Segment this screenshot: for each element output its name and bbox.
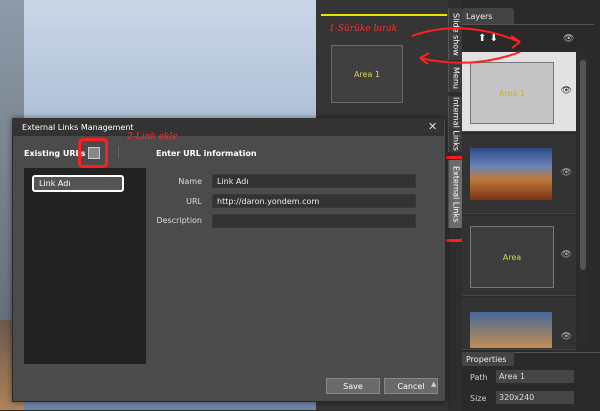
eye-icon[interactable]: 👁 xyxy=(561,86,572,96)
tab-menu-label: Menu xyxy=(451,67,461,89)
layer-thumbnail: Area xyxy=(470,226,554,288)
description-field[interactable] xyxy=(212,214,416,228)
toolbar-separator xyxy=(118,146,119,158)
name-field[interactable]: Link Adı xyxy=(212,174,416,188)
list-item[interactable]: Link Adı xyxy=(32,175,124,192)
cancel-button[interactable]: Cancel xyxy=(384,378,438,394)
selection-line xyxy=(321,14,447,16)
tab-slide-show-label: Slide show xyxy=(451,12,461,56)
layers-title: Layers xyxy=(466,11,493,21)
layers-scroll-thumb[interactable] xyxy=(580,60,586,270)
dialog-title: External Links Management xyxy=(12,118,444,136)
eye-icon[interactable]: 👁 xyxy=(563,34,574,44)
layer-label: Area xyxy=(502,252,522,262)
scroll-up-icon[interactable]: ▲ xyxy=(431,380,436,388)
properties-title: Properties xyxy=(466,354,507,364)
enter-url-heading: Enter URL information xyxy=(156,149,257,158)
area-1-label: Area 1 xyxy=(353,69,381,79)
layer-row[interactable]: Area 👁 xyxy=(462,216,576,296)
area-1-box[interactable]: Area 1 xyxy=(331,45,403,103)
name-label: Name xyxy=(178,177,202,186)
eye-icon[interactable]: 👁 xyxy=(561,250,572,260)
layers-tab[interactable]: Layers xyxy=(462,8,514,24)
move-up-icon[interactable]: ⬆ xyxy=(478,33,486,44)
layer-thumbnail-image xyxy=(470,312,552,348)
existing-urls-label: Existing URLs xyxy=(24,149,86,158)
tab-internal-links-label: Internal Links xyxy=(451,97,461,151)
annotation-add-link: 2-Link ekle xyxy=(127,132,178,142)
annotation-drag-drop: 1-Sürüke bırak xyxy=(329,24,398,34)
close-icon[interactable]: ✕ xyxy=(428,120,437,133)
size-field[interactable]: 320x240 xyxy=(496,391,574,404)
add-link-highlight xyxy=(78,138,108,168)
tab-internal-links[interactable]: Internal Links xyxy=(448,96,463,152)
layer-row[interactable]: Area 1 👁 xyxy=(462,52,576,132)
path-label: Path xyxy=(470,373,488,382)
layer-thumbnail-image xyxy=(470,148,552,200)
size-label: Size xyxy=(470,394,487,403)
existing-urls-list xyxy=(24,168,146,364)
layer-thumbnail: Area 1 xyxy=(470,62,554,124)
eye-icon[interactable]: 👁 xyxy=(561,332,572,342)
url-label: URL xyxy=(186,197,202,206)
layer-label: Area 1 xyxy=(498,88,526,98)
eye-icon[interactable]: 👁 xyxy=(561,168,572,178)
path-field[interactable]: Area 1 xyxy=(496,370,574,383)
url-field[interactable]: http://daron.yondem.com xyxy=(212,194,416,208)
tab-slide-show[interactable]: Slide show xyxy=(448,8,463,60)
layer-row[interactable]: 👁 xyxy=(462,134,576,214)
layer-order-controls: ⬆ ⬇ xyxy=(478,33,498,44)
properties-tab[interactable]: Properties xyxy=(462,352,514,366)
move-down-icon[interactable]: ⬇ xyxy=(490,33,498,44)
save-button[interactable]: Save xyxy=(326,378,380,394)
tab-menu[interactable]: Menu xyxy=(448,64,463,92)
description-label: Description xyxy=(156,216,202,225)
layer-row[interactable]: 👁 xyxy=(462,298,576,350)
